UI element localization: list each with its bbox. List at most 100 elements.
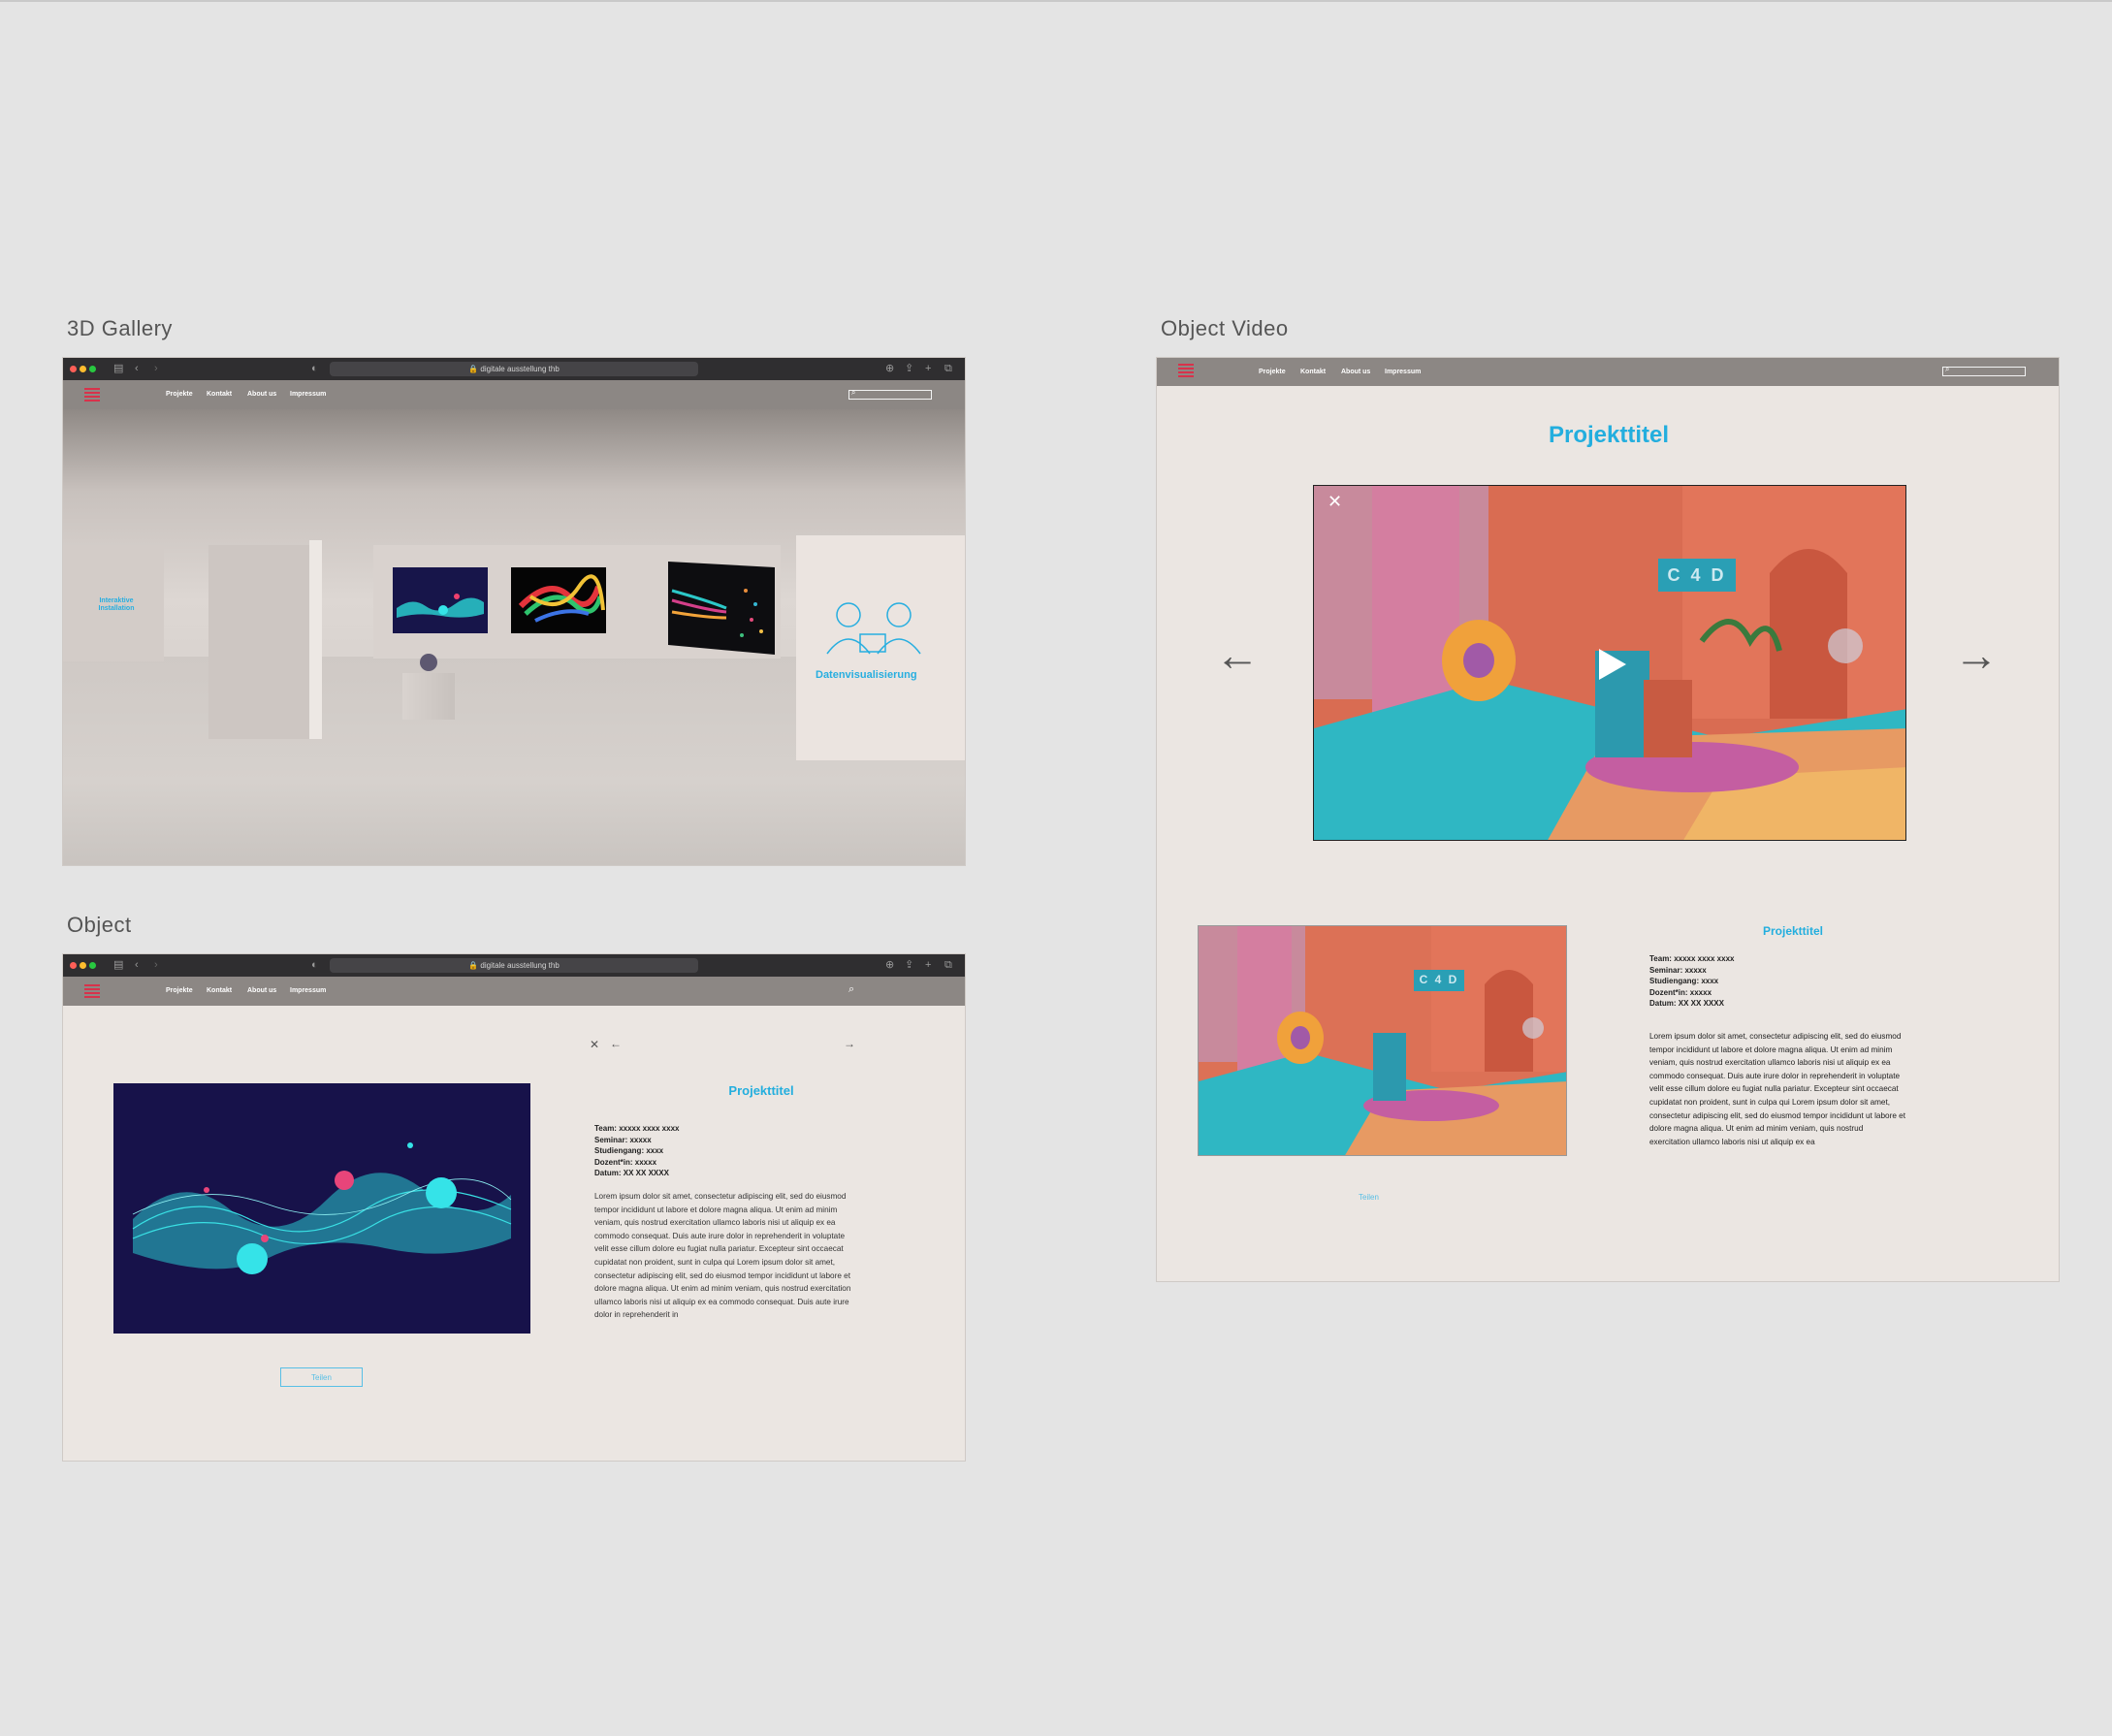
nav-impressum[interactable]: Impressum [290,987,326,994]
site-navbar: Projekte Kontakt About us Impressum ⌕ [63,380,965,409]
nav-about[interactable]: About us [247,391,276,398]
share-link[interactable]: Teilen [1359,1193,1379,1202]
meta-team: Team: xxxxx xxxx xxxx [594,1124,680,1133]
video-project-description: Lorem ipsum dolor sit amet, consectetur … [1649,1032,1905,1146]
minimize-window-dot[interactable] [80,962,86,969]
nav-about[interactable]: About us [1341,369,1370,375]
gallery-frame: ▤ ‹ › ◐ 🔒 digitale ausstellung thb ⊕ ⇪ +… [62,357,966,866]
prev-arrow-icon[interactable]: ← [610,1037,622,1050]
sidebar-icon[interactable]: ▤ [113,958,123,972]
search-icon[interactable]: ⌕ [848,983,854,996]
gallery-frame-label: 3D Gallery [67,316,173,340]
site-navbar: Projekte Kontakt About us Impressum ⌕ [63,977,965,1006]
site-navbar: Projekte Kontakt About us Impressum ⌕ [1157,358,2059,386]
meta-datum: Datum: XX XX XXXX [594,1169,669,1177]
nav-impressum[interactable]: Impressum [290,391,326,398]
meta-dozent: Dozent*in: xxxxx [594,1157,657,1167]
partition-wall-edge [309,540,322,739]
video-frame-label: Object Video [1161,316,1289,340]
back-icon[interactable]: ‹ [135,362,139,375]
nav-impressum[interactable]: Impressum [1385,369,1421,375]
project-image[interactable] [113,1083,530,1334]
forward-icon[interactable]: › [154,362,158,375]
address-bar[interactable]: 🔒 digitale ausstellung thb [330,958,698,973]
project-thumbnail[interactable]: C 4 D [1198,925,1567,1156]
forward-icon[interactable]: › [154,958,158,972]
artwork-data-wave[interactable] [393,567,488,633]
meta-team: Team: xxxxx xxxx xxxx [1649,954,1735,963]
artwork-particle-stream[interactable] [668,562,775,655]
video-sign-text: C 4 D [1667,565,1727,585]
search-icon: ⌕ [851,388,856,397]
address-bar[interactable]: 🔒 digitale ausstellung thb [330,362,698,376]
url-text: digitale ausstellung thb [480,365,560,373]
thumbnail-sign-text: C 4 D [1419,973,1459,986]
video-frame: Projekte Kontakt About us Impressum ⌕ Pr… [1156,357,2060,1282]
close-window-dot[interactable] [70,962,77,969]
close-icon[interactable]: ✕ [590,1038,599,1051]
meta-dozent: Dozent*in: xxxxx [1649,987,1712,997]
zoom-window-dot[interactable] [89,962,96,969]
project-meta: Team: xxxxx xxxx xxxx Seminar: xxxxx Stu… [594,1123,679,1179]
play-icon[interactable] [1595,647,1628,682]
object-frame: ▤ ‹ › ◐ 🔒 digitale ausstellung thb ⊕ ⇪ +… [62,953,966,1462]
nav-kontakt[interactable]: Kontakt [207,987,232,994]
site-logo[interactable] [1178,364,1194,379]
video-project-meta: Team: xxxxx xxxx xxxx Seminar: xxxxx Stu… [1649,953,1734,1010]
meta-seminar: Seminar: xxxxx [1649,965,1707,975]
meta-datum: Datum: XX XX XXXX [1649,999,1724,1008]
next-arrow-icon[interactable]: → [844,1037,855,1050]
video-player[interactable]: C 4 D ✕ [1313,485,1906,841]
shield-icon[interactable]: ◐ [311,362,318,375]
sidebar-icon[interactable]: ▤ [113,362,123,375]
share-button[interactable]: Teilen [280,1367,363,1387]
nav-projekte[interactable]: Projekte [166,987,193,994]
browser-toolbar: ▤ ‹ › ◐ 🔒 digitale ausstellung thb ⊕ ⇪ +… [63,358,965,380]
download-icon[interactable]: ⊕ [885,958,894,972]
new-tab-icon[interactable]: + [925,958,931,972]
project-description: Lorem ipsum dolor sit amet, consectetur … [594,1192,851,1320]
url-text: digitale ausstellung thb [480,961,560,970]
meta-studiengang: Studiengang: xxxx [1649,977,1719,985]
canvas-top-border [0,0,2112,2]
close-window-dot[interactable] [70,366,77,372]
minimize-window-dot[interactable] [80,366,86,372]
site-logo[interactable] [84,388,100,403]
search-icon: ⌕ [1945,365,1950,373]
video-subtitle: Projekttitel [1762,924,1823,938]
shield-icon[interactable]: ◐ [311,958,318,972]
search-input[interactable]: ⌕ [1942,365,2026,376]
video-page-title: Projekttitel [1548,422,1670,448]
nav-kontakt[interactable]: Kontakt [207,391,232,398]
illustration-two-people-icon [826,602,921,655]
lock-icon: 🔒 [468,961,481,970]
tabs-overview-icon[interactable]: ⧉ [944,958,952,972]
project-title: Projekttitel [728,1083,794,1098]
artwork-color-burst[interactable] [511,567,606,633]
left-wall-text: Interaktive Installation [98,597,135,612]
share-icon[interactable]: ⇪ [905,362,913,375]
next-arrow-icon[interactable]: → [1954,632,1999,677]
nav-projekte[interactable]: Projekte [1259,369,1286,375]
thumbnail-image [1199,926,1566,1155]
partition-wall [208,545,309,739]
site-logo[interactable] [84,984,100,1000]
tabs-overview-icon[interactable]: ⧉ [944,362,952,375]
nav-projekte[interactable]: Projekte [166,391,193,398]
object-frame-label: Object [67,913,132,937]
download-icon[interactable]: ⊕ [885,362,894,375]
gallery-3d-scene[interactable]: Interaktive Installation Datenvisualisie… [63,409,965,865]
lock-icon: 🔒 [468,365,481,373]
zoom-window-dot[interactable] [89,366,96,372]
nav-about[interactable]: About us [247,987,276,994]
search-input[interactable]: ⌕ [848,388,932,400]
share-icon[interactable]: ⇪ [905,958,913,972]
nav-kontakt[interactable]: Kontakt [1300,369,1326,375]
right-wall-title: Datenvisualisierung [816,669,917,681]
pedestal-object[interactable] [420,654,437,671]
back-icon[interactable]: ‹ [135,958,139,972]
prev-arrow-icon[interactable]: ← [1215,632,1260,677]
new-tab-icon[interactable]: + [925,362,931,375]
pedestal [402,673,455,720]
close-icon[interactable]: ✕ [1328,492,1342,512]
